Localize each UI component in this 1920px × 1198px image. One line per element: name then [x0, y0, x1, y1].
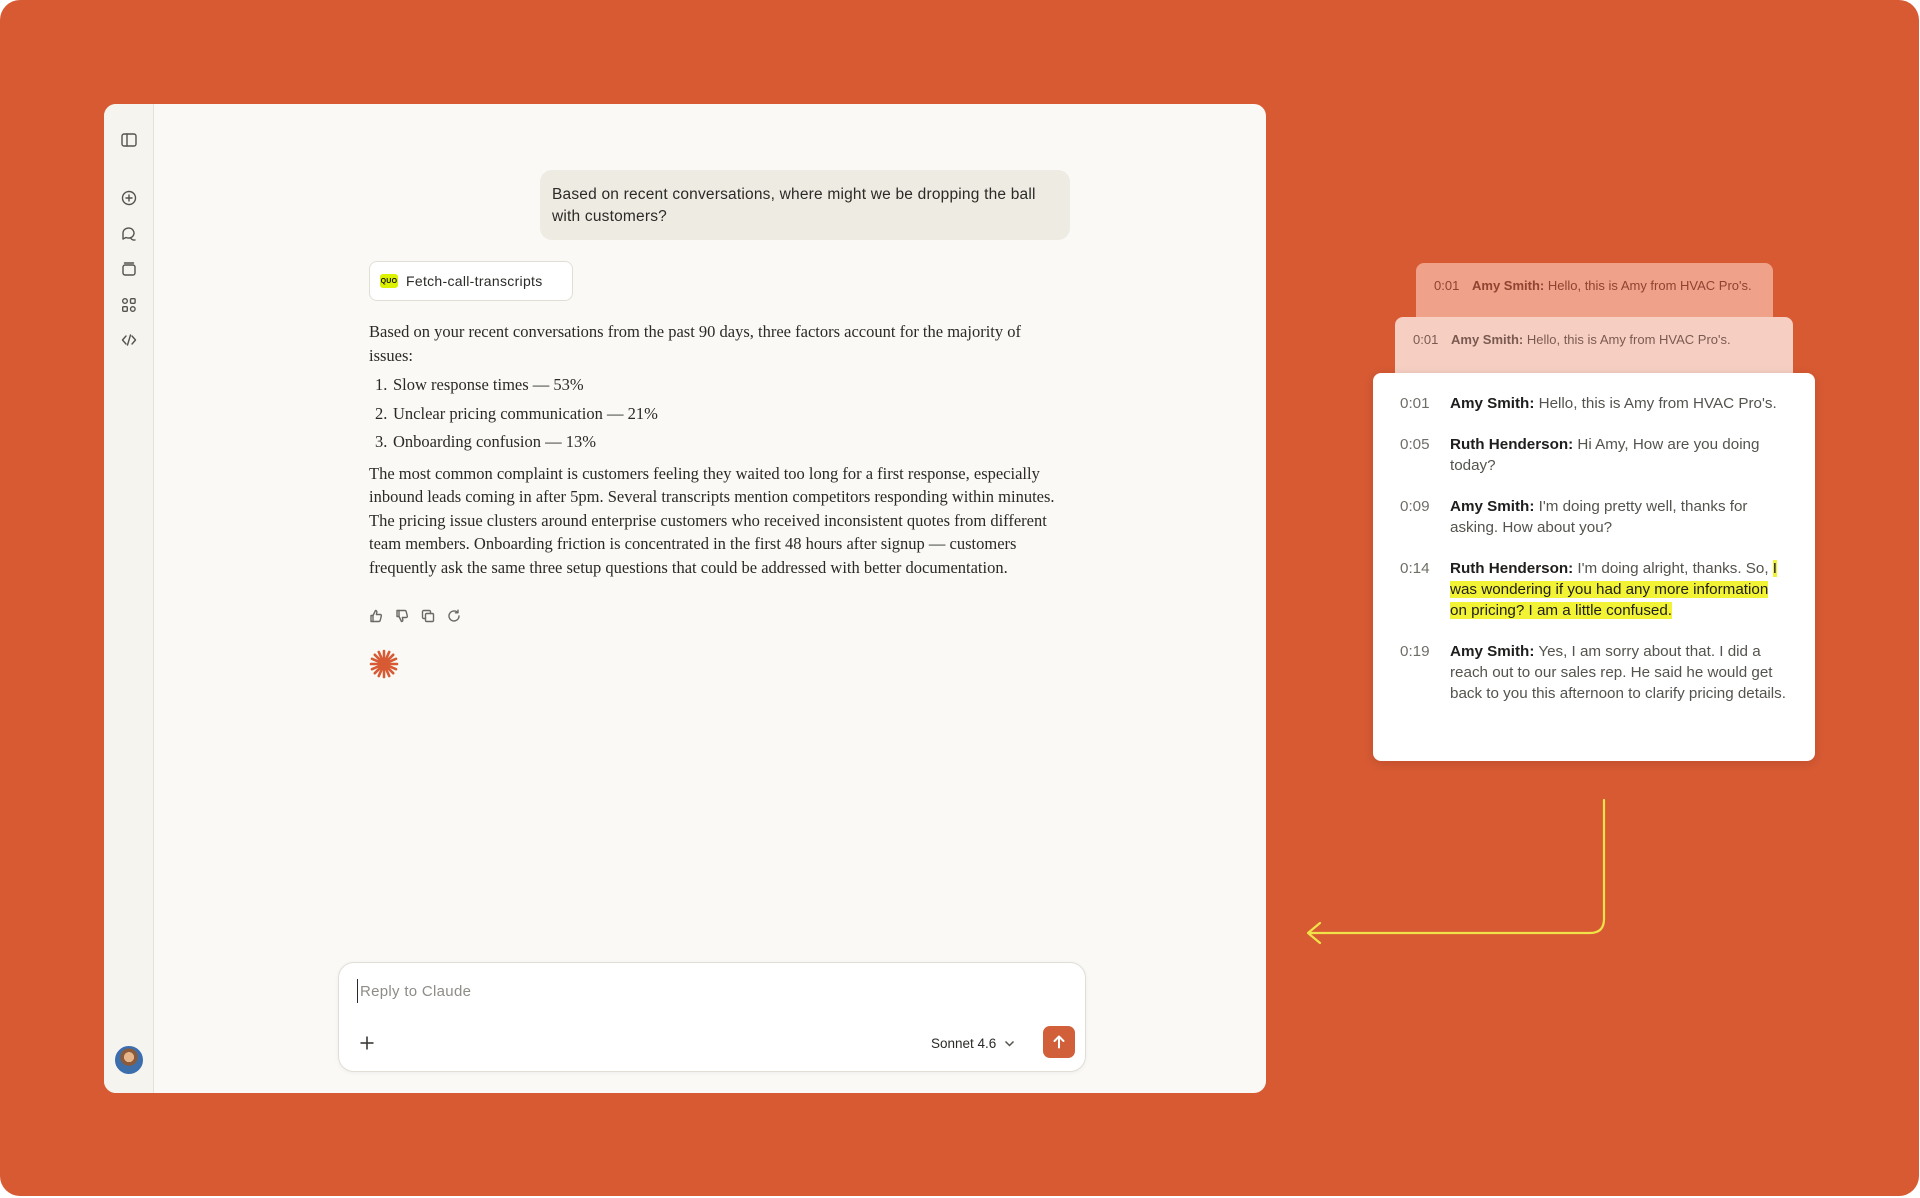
response-intro: Based on your recent conversations from …: [369, 322, 1021, 365]
timestamp: 0:01: [1434, 278, 1460, 293]
list-number: 2.: [375, 403, 388, 423]
user-message-bubble: Based on recent conversations, where mig…: [540, 170, 1070, 240]
chat-window: Based on recent conversations, where mig…: [104, 104, 1266, 1093]
speaker-name: Ruth Henderson:: [1450, 436, 1574, 453]
list-item: 1. Slow response times — 53%: [375, 373, 1069, 397]
code-icon[interactable]: [119, 330, 139, 350]
copy-icon[interactable]: [421, 609, 435, 623]
list-number: 3.: [375, 432, 388, 451]
projects-icon[interactable]: [119, 259, 139, 279]
tool-call-label: Fetch-call-transcripts: [406, 273, 543, 289]
claude-spark-icon: [369, 649, 399, 679]
reply-input[interactable]: [357, 979, 1057, 1003]
timestamp: 0:01: [1413, 332, 1439, 347]
transcript-text: Amy Smith: Hello, this is Amy from HVAC …: [1451, 331, 1731, 349]
thumbs-up-icon[interactable]: [369, 609, 383, 623]
speaker-name: Amy Smith:: [1472, 278, 1545, 293]
response-actions: [369, 609, 461, 623]
transcript-card: 0:01 Amy Smith: Hello, this is Amy from …: [1373, 373, 1815, 761]
timestamp: 0:09: [1400, 498, 1430, 515]
quo-logo-icon: QUO: [380, 274, 398, 288]
speaker-name: Amy Smith:: [1450, 395, 1535, 412]
transcript-row: 0:09 Amy Smith: I'm doing pretty well, t…: [1400, 496, 1789, 538]
transcript-text: Amy Smith: Yes, I am sorry about that. I…: [1450, 641, 1789, 704]
speaker-name: Amy Smith:: [1450, 643, 1535, 660]
speaker-name: Amy Smith:: [1451, 332, 1524, 347]
transcript-text: Ruth Henderson: Hi Amy, How are you doin…: [1450, 434, 1789, 476]
timestamp: 0:14: [1400, 560, 1430, 577]
transcript-text: Amy Smith: Hello, this is Amy from HVAC …: [1472, 277, 1752, 295]
artifacts-icon[interactable]: [119, 295, 139, 315]
message-composer: Sonnet 4.6: [338, 962, 1086, 1072]
list-number: 1.: [375, 375, 388, 394]
transcript-row: 0:01 Amy Smith: Hello, this is Amy from …: [1413, 331, 1775, 349]
list-item-text: Onboarding confusion — 13%: [393, 432, 597, 451]
speaker-name: Ruth Henderson:: [1450, 560, 1574, 577]
transcript-text: Amy Smith: Hello, this is Amy from HVAC …: [1450, 393, 1789, 414]
model-selector[interactable]: Sonnet 4.6: [931, 1033, 1015, 1053]
connector-arrow-icon: [1306, 798, 1606, 945]
avatar[interactable]: [115, 1046, 143, 1074]
response-body: The most common complaint is customers f…: [369, 463, 1055, 577]
arrow-up-icon: [1053, 1035, 1065, 1049]
sidebar-toggle-icon[interactable]: [119, 130, 139, 150]
transcript-row: 0:19 Amy Smith: Yes, I am sorry about th…: [1400, 641, 1789, 704]
plus-icon: [360, 1036, 374, 1050]
utterance: Hello, this is Amy from HVAC Pro's.: [1534, 395, 1777, 412]
list-item-text: Unclear pricing communication — 21%: [393, 403, 658, 423]
transcript-text: Ruth Henderson: I'm doing alright, thank…: [1450, 558, 1789, 621]
list-item-text: Slow response times — 53%: [393, 375, 584, 394]
transcript-text: Amy Smith: I'm doing pretty well, thanks…: [1450, 496, 1789, 538]
transcript-row: 0:14 Ruth Henderson: I'm doing alright, …: [1400, 558, 1789, 621]
tool-call-chip[interactable]: QUO Fetch-call-transcripts: [369, 261, 573, 301]
send-button[interactable]: [1043, 1026, 1075, 1058]
utterance: Hello, this is Amy from HVAC Pro's.: [1544, 278, 1752, 293]
timestamp: 0:19: [1400, 643, 1430, 660]
timestamp: 0:05: [1400, 436, 1430, 453]
list-item: 3. Onboarding confusion — 13%: [375, 430, 1069, 454]
factor-list: 1. Slow response times — 53% 2. Unclear pr…: [375, 373, 1069, 454]
new-chat-icon[interactable]: [119, 188, 139, 208]
thumbs-down-icon[interactable]: [395, 609, 409, 623]
timestamp: 0:01: [1400, 395, 1430, 412]
transcript-row: 0:01 Amy Smith: Hello, this is Amy from …: [1434, 277, 1755, 295]
retry-icon[interactable]: [447, 609, 461, 623]
assistant-response: Based on your recent conversations from …: [369, 320, 1069, 585]
utterance: I'm doing alright, thanks. So,: [1573, 560, 1773, 577]
speaker-name: Amy Smith:: [1450, 498, 1535, 515]
model-name: Sonnet 4.6: [931, 1035, 997, 1051]
list-item: 2. Unclear pricing communication — 21%: [375, 402, 1069, 426]
background-canvas: Based on recent conversations, where mig…: [0, 0, 1919, 1196]
utterance: Hello, this is Amy from HVAC Pro's.: [1523, 332, 1731, 347]
transcript-row: 0:01 Amy Smith: Hello, this is Amy from …: [1400, 393, 1789, 414]
sidebar: [104, 104, 154, 1093]
chats-icon[interactable]: [119, 224, 139, 244]
transcript-row: 0:05 Ruth Henderson: Hi Amy, How are you…: [1400, 434, 1789, 476]
add-attachment-button[interactable]: [357, 1033, 377, 1053]
chevron-down-icon: [1005, 1040, 1015, 1047]
